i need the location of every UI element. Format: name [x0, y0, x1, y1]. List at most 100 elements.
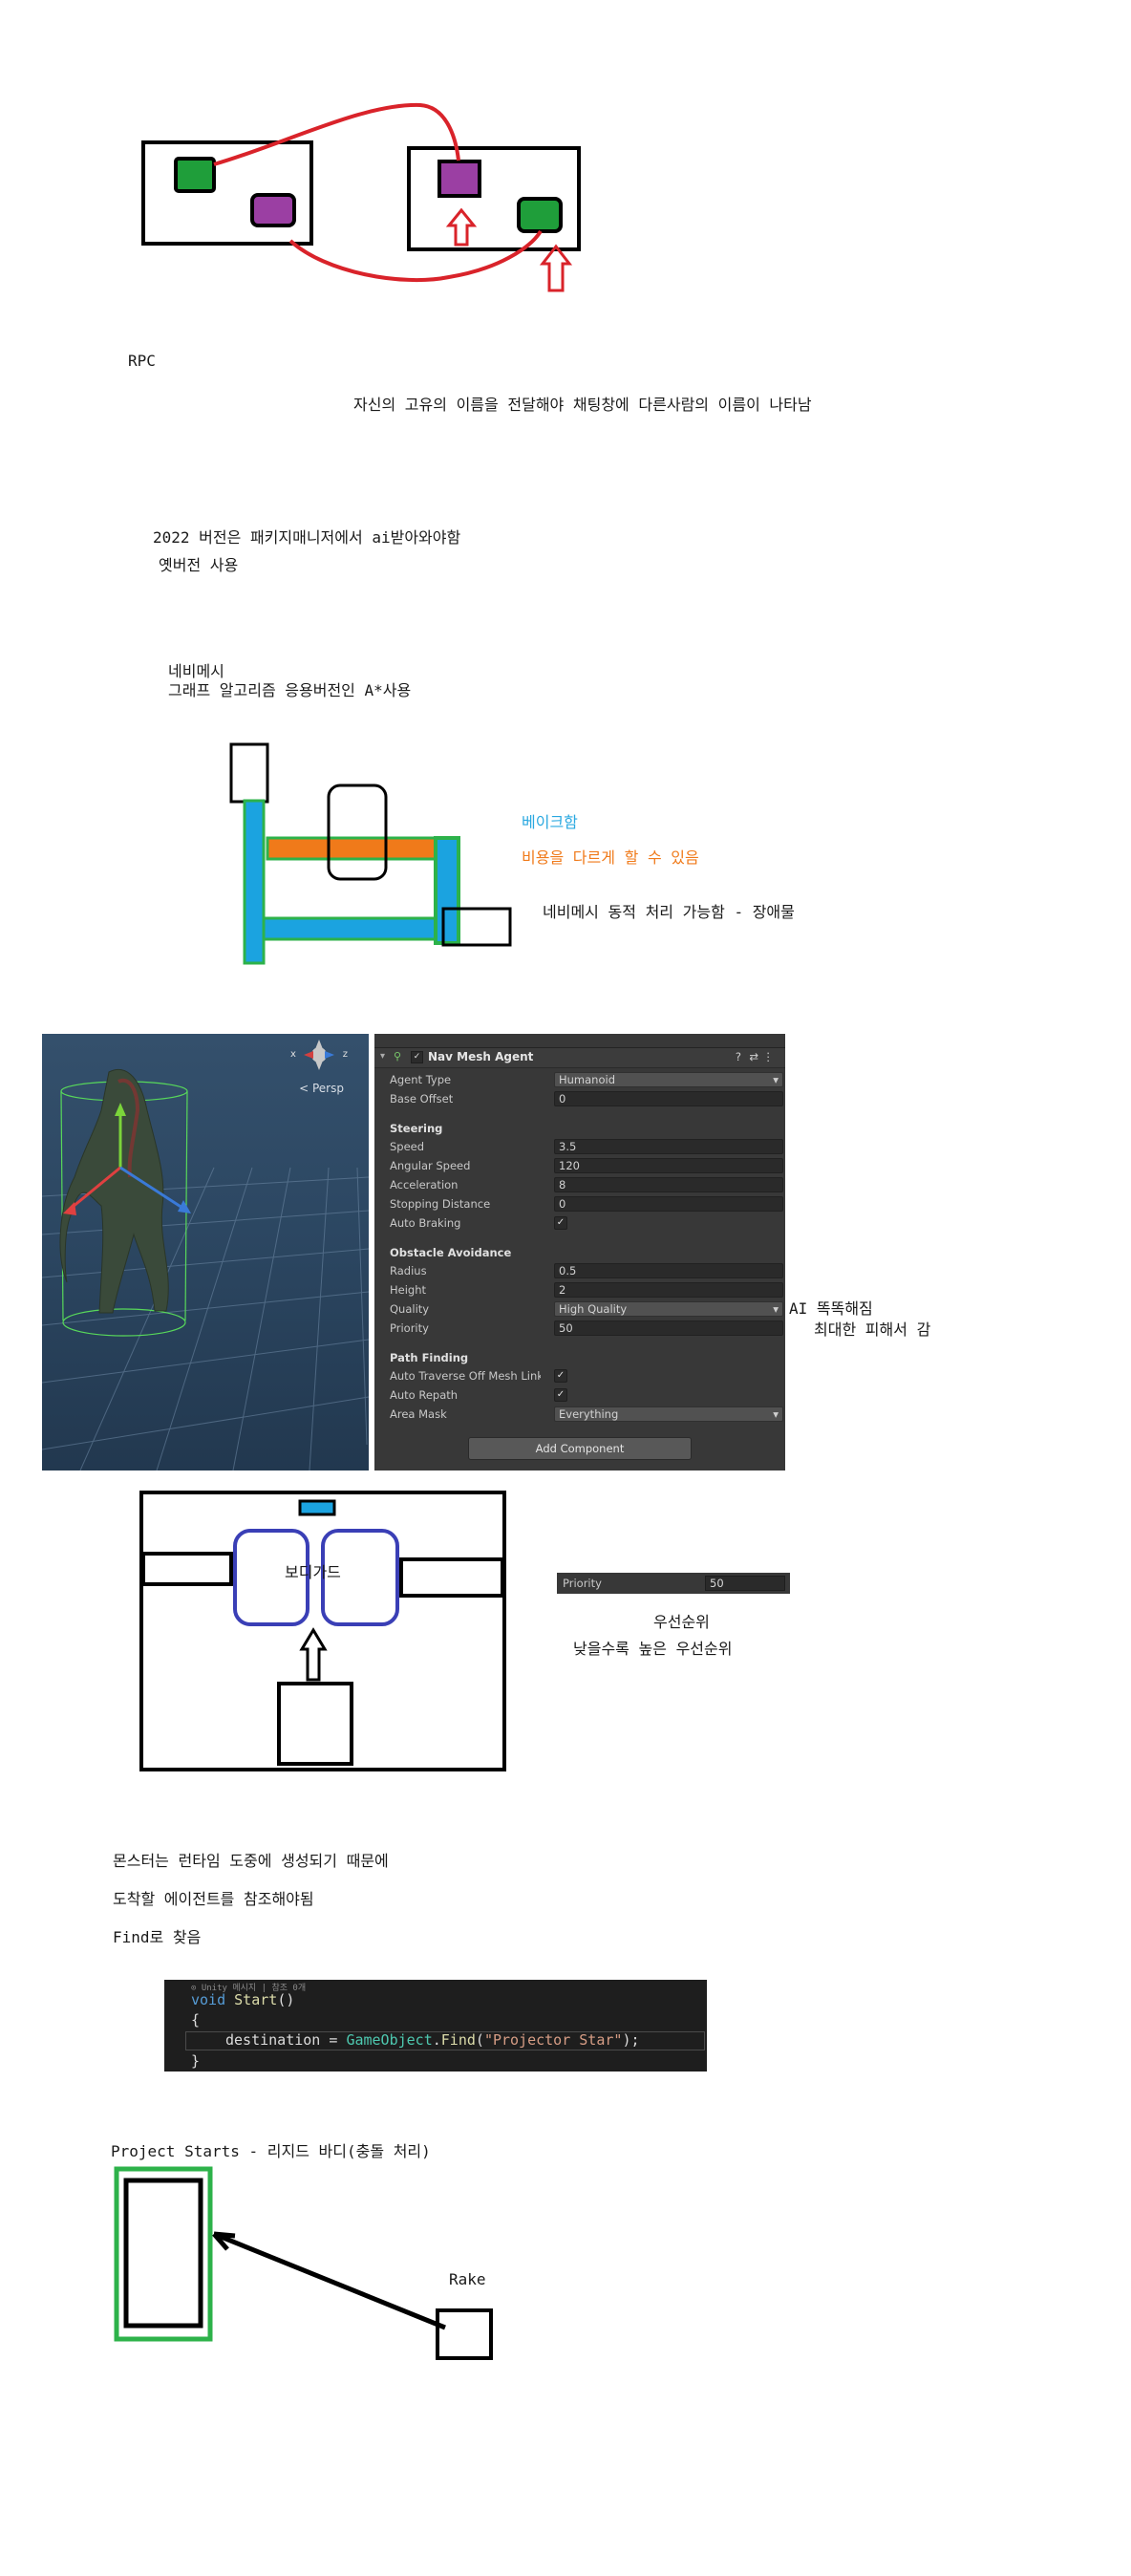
scene-view[interactable]: x z < Persp — [42, 1034, 369, 1470]
nav-agent-icon: ⚲ — [394, 1050, 402, 1063]
priority-widget-field[interactable]: 50 — [705, 1576, 785, 1591]
priority-field[interactable]: 50 — [554, 1320, 783, 1336]
code-line-1: void Start() — [191, 1991, 294, 2008]
quality-label: Quality — [390, 1302, 430, 1316]
enable-checkbox[interactable]: ✓ — [411, 1051, 423, 1063]
height-field[interactable]: 2 — [554, 1282, 783, 1298]
arrow-up-icon — [445, 207, 478, 247]
priority-label: Priority — [390, 1321, 429, 1335]
auto-traverse-checkbox[interactable]: ✓ — [554, 1369, 567, 1383]
high-cost-lane — [266, 836, 439, 861]
code-line-2: { — [191, 2011, 201, 2029]
preset-icon[interactable]: ⇄ — [749, 1050, 758, 1063]
monster-note-3: Find로 찾음 — [113, 1928, 202, 1946]
persp-toggle[interactable]: < Persp — [299, 1082, 344, 1095]
green-player-left — [174, 157, 216, 193]
auto-repath-row: Auto Repath ✓ — [390, 1387, 776, 1404]
code-line-4: } — [191, 2052, 201, 2070]
monster-note-1: 몬스터는 런타임 도중에 생성되기 때문에 — [113, 1852, 389, 1870]
base-offset-label: Base Offset — [390, 1092, 454, 1106]
steering-section-title: Steering — [390, 1122, 443, 1135]
radius-field[interactable]: 0.5 — [554, 1263, 783, 1278]
bodyguard-label: 보디가드 — [285, 1563, 341, 1581]
auto-repath-label: Auto Repath — [390, 1388, 459, 1402]
code-type: GameObject — [346, 2031, 433, 2049]
rake-label: Rake — [449, 2270, 486, 2288]
obstacle-box-top — [229, 742, 269, 804]
radius-row: Radius 0.5 — [390, 1263, 783, 1279]
speed-label: Speed — [390, 1140, 425, 1153]
wall-left — [141, 1552, 233, 1586]
code-keyword: void — [191, 1991, 226, 2008]
navmesh-diagram — [229, 742, 512, 965]
green-player-right — [517, 197, 563, 233]
auto-braking-row: Auto Braking ✓ — [390, 1215, 776, 1232]
navmesh-left-lane — [243, 799, 266, 965]
rake-trajectory — [213, 2231, 446, 2330]
monster-note-2: 도착할 에이전트를 참조해야됨 — [113, 1890, 314, 1908]
avoid-note: 최대한 피해서 감 — [814, 1320, 931, 1339]
bodyguard-diagram — [139, 1491, 506, 1771]
auto-braking-checkbox[interactable]: ✓ — [554, 1216, 567, 1230]
height-row: Height 2 — [390, 1282, 783, 1299]
projector-diagram — [114, 2166, 493, 2360]
old-version-note: 옛버전 사용 — [159, 556, 239, 574]
angular-speed-field[interactable]: 120 — [554, 1158, 783, 1173]
navmesh-right-lane — [434, 836, 460, 945]
radius-label: Radius — [390, 1264, 427, 1277]
base-offset-row: Base Offset 0 — [390, 1091, 783, 1107]
sync-line-top — [213, 102, 460, 166]
speed-field[interactable]: 3.5 — [554, 1139, 783, 1154]
navmesh-title: 네비메시 — [168, 662, 224, 680]
priority-widget-label: Priority — [563, 1577, 602, 1590]
purple-player-right — [437, 160, 481, 198]
speed-row: Speed 3.5 — [390, 1139, 783, 1155]
angular-speed-label: Angular Speed — [390, 1159, 471, 1172]
agent-type-dropdown[interactable]: Humanoid — [554, 1072, 783, 1087]
auto-braking-label: Auto Braking — [390, 1216, 461, 1230]
sync-line-bottom — [288, 229, 543, 283]
projector-star-box — [123, 2178, 203, 2329]
more-icon[interactable]: ⋮ — [763, 1050, 775, 1063]
gizmo-x-label: x — [290, 1049, 296, 1060]
scene-grid — [42, 1069, 369, 1470]
area-mask-dropdown[interactable]: Everything — [554, 1406, 783, 1422]
rpc-diagram — [141, 102, 581, 292]
base-offset-field[interactable]: 0 — [554, 1091, 783, 1106]
rpc-note: 자신의 고유의 이름을 전달해야 채팅창에 다른사람의 이름이 나타남 — [353, 396, 812, 414]
cost-note: 비용을 다르게 할 수 있음 — [522, 848, 699, 867]
arrow-up-icon — [299, 1627, 328, 1682]
agent-box — [277, 1682, 353, 1766]
code-dot: . — [432, 2031, 441, 2049]
help-icon[interactable]: ? — [736, 1050, 741, 1063]
stopping-distance-field[interactable]: 0 — [554, 1196, 783, 1212]
height-label: Height — [390, 1283, 427, 1297]
rake-box — [436, 2308, 493, 2360]
code-end: ); — [622, 2031, 640, 2049]
rpc-title: RPC — [128, 352, 156, 370]
agent-type-row: Agent Type Humanoid — [390, 1072, 783, 1088]
scene-gizmo[interactable]: x z — [290, 1038, 348, 1076]
code-line-3: destination = GameObject.Find("Projector… — [225, 2031, 640, 2049]
agent-type-label: Agent Type — [390, 1073, 452, 1086]
area-mask-row: Area Mask Everything — [390, 1406, 783, 1423]
dynamic-note: 네비메시 동적 처리 가능함 - 장애물 — [543, 903, 795, 921]
code-editor[interactable]: ⊙ Unity 메시지 | 참조 0개 void Start() { desti… — [164, 1980, 707, 2072]
obstacle-box-middle — [327, 784, 388, 881]
component-header[interactable]: ▾ ⚲ ✓ Nav Mesh Agent ? ⇄ ⋮ — [374, 1047, 785, 1068]
quality-dropdown[interactable]: High Quality — [554, 1301, 783, 1317]
acceleration-label: Acceleration — [390, 1178, 459, 1191]
auto-repath-checkbox[interactable]: ✓ — [554, 1388, 567, 1402]
foldout-arrow-icon[interactable]: ▾ — [380, 1051, 385, 1062]
priority-lower-note: 낮을수록 높은 우선순위 — [573, 1640, 733, 1658]
acceleration-field[interactable]: 8 — [554, 1177, 783, 1192]
auto-traverse-row: Auto Traverse Off Mesh Link ✓ — [390, 1368, 776, 1385]
priority-widget: Priority 50 — [557, 1573, 790, 1594]
add-component-button[interactable]: Add Component — [468, 1437, 692, 1460]
code-function: Find — [440, 2031, 476, 2049]
code-string: "Projector Star" — [483, 2031, 623, 2049]
stopping-distance-label: Stopping Distance — [390, 1197, 491, 1211]
angular-speed-row: Angular Speed 120 — [390, 1158, 783, 1174]
code-variable: destination = — [225, 2031, 347, 2049]
gizmo-z-label: z — [342, 1049, 348, 1060]
